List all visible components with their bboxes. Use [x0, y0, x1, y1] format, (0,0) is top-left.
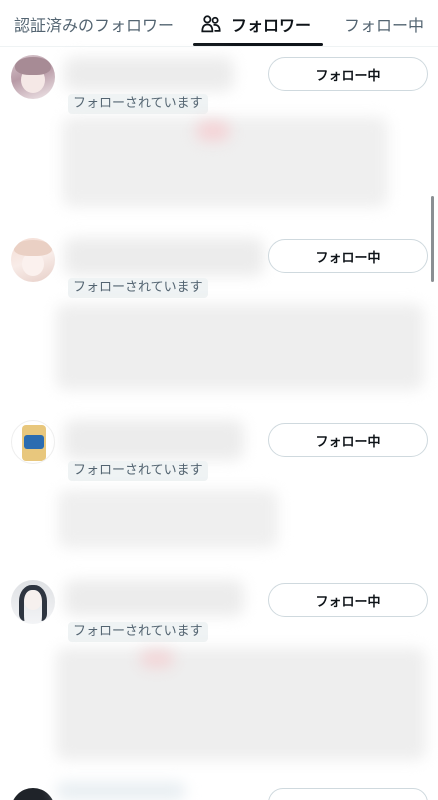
user-bio-redacted	[56, 648, 426, 760]
user-bio-redacted	[56, 304, 424, 390]
user-row[interactable]: フォローされています フォロー中	[0, 580, 438, 760]
user-row[interactable]: フォローされています フォロー中	[0, 238, 438, 408]
avatar[interactable]	[11, 420, 55, 464]
user-bio-redacted	[140, 650, 174, 668]
tab-followers[interactable]: フォロワー	[200, 0, 311, 47]
avatar[interactable]	[11, 55, 55, 99]
user-row[interactable]: フォローされています フォロー中	[0, 55, 438, 235]
user-name-redacted	[64, 238, 264, 276]
tab-label: フォロー中	[344, 15, 425, 35]
user-name-redacted	[56, 782, 186, 800]
tab-label: フォロワー	[231, 15, 312, 35]
tab-verified-followers[interactable]: 認証済みのフォロワー	[14, 0, 174, 47]
people-icon	[201, 14, 221, 32]
follows-you-badge: フォローされています	[68, 622, 208, 642]
following-button[interactable]: フォロー中	[268, 239, 428, 273]
follows-you-badge: フォローされています	[68, 461, 208, 481]
user-name-redacted	[64, 57, 234, 91]
avatar[interactable]	[11, 788, 55, 800]
user-bio-redacted	[58, 490, 278, 548]
following-button[interactable]: フォロー中	[268, 57, 428, 91]
tab-label: 認証済みのフォロワー	[14, 15, 175, 35]
tab-bar: 認証済みのフォロワー フォロワー フォロー中	[0, 0, 438, 47]
following-button[interactable]	[268, 788, 428, 800]
avatar[interactable]	[11, 238, 55, 282]
scrollbar[interactable]	[431, 196, 434, 282]
user-row[interactable]: フォローされています フォロー中	[0, 420, 438, 570]
follows-you-badge: フォローされています	[68, 278, 208, 298]
user-bio-redacted	[196, 121, 230, 141]
user-row[interactable]	[0, 782, 438, 800]
following-button[interactable]: フォロー中	[268, 423, 428, 457]
following-button[interactable]: フォロー中	[268, 583, 428, 617]
user-name-redacted	[64, 580, 244, 616]
tab-following[interactable]: フォロー中	[344, 0, 424, 47]
avatar[interactable]	[11, 580, 55, 624]
follows-you-badge: フォローされています	[68, 94, 208, 114]
active-tab-indicator	[193, 43, 323, 46]
user-name-redacted	[64, 420, 244, 460]
